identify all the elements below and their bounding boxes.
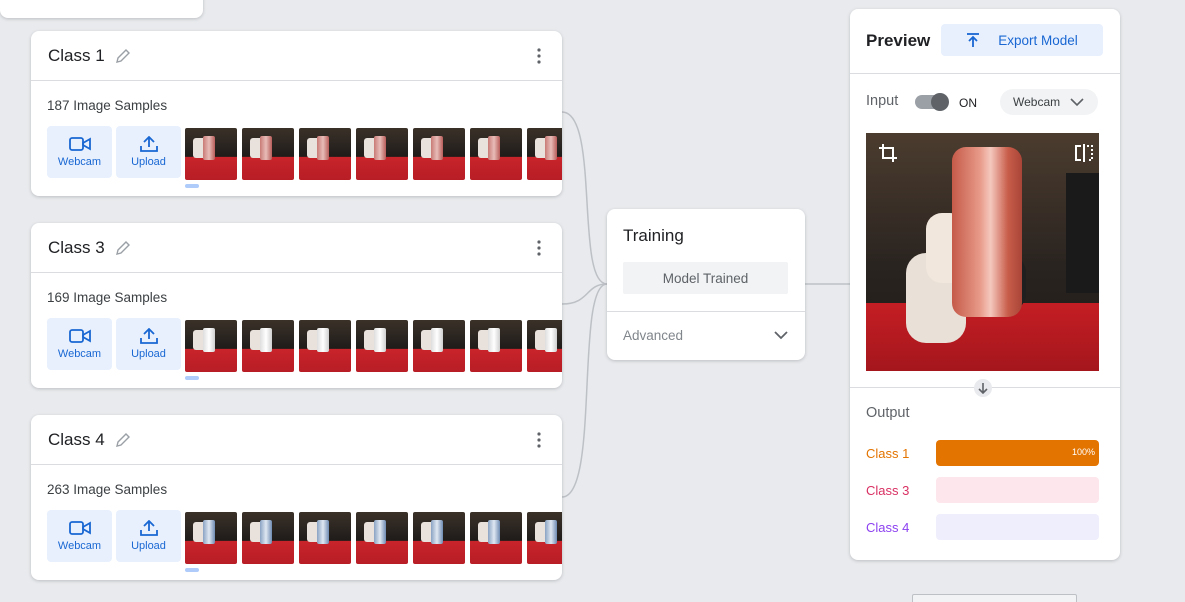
down-arrow-icon — [974, 379, 992, 397]
sample-thumbnail[interactable] — [242, 320, 294, 372]
sample-thumbnail[interactable] — [299, 320, 351, 372]
output-class-name: Class 1 — [866, 445, 910, 461]
sample-thumbnail[interactable] — [185, 320, 237, 372]
training-divider — [607, 311, 805, 312]
upload-arrow-icon — [967, 33, 980, 47]
training-card: Training Model Trained Advanced — [607, 209, 805, 360]
sample-count: 187 Image Samples — [47, 98, 168, 113]
webcam-button[interactable]: Webcam — [47, 126, 112, 178]
input-source-value: Webcam — [1013, 95, 1061, 109]
sample-thumbnail[interactable] — [299, 128, 351, 180]
upload-button[interactable]: Upload — [116, 126, 181, 178]
sample-thumbnail[interactable] — [470, 128, 522, 180]
thumbnail-scroll-indicator[interactable] — [185, 568, 199, 572]
class-title[interactable]: Class 4 — [48, 430, 105, 450]
sample-count: 169 Image Samples — [47, 290, 168, 305]
sample-thumbnail[interactable] — [356, 512, 408, 564]
chevron-down-icon[interactable] — [773, 329, 789, 341]
upload-button-label: Upload — [131, 540, 166, 552]
sample-thumbnail[interactable] — [299, 512, 351, 564]
sample-thumbnail[interactable] — [356, 128, 408, 180]
pencil-icon[interactable] — [115, 240, 131, 256]
pencil-icon[interactable] — [115, 48, 131, 64]
upload-icon — [139, 136, 158, 152]
class-card-header: Class 4 — [31, 415, 562, 465]
sample-thumbnail[interactable] — [413, 512, 465, 564]
upload-button[interactable]: Upload — [116, 510, 181, 562]
thumbnail-scroll-indicator[interactable] — [185, 184, 199, 188]
webcam-button-label: Webcam — [57, 348, 102, 360]
sample-thumbnail[interactable] — [413, 128, 465, 180]
upload-button-label: Upload — [131, 156, 166, 168]
sample-thumbnail[interactable] — [527, 512, 562, 564]
webcam-button[interactable]: Webcam — [47, 510, 112, 562]
confidence-bar: 100% — [936, 440, 1099, 466]
input-label: Input — [866, 93, 899, 109]
sample-thumbnail[interactable] — [470, 512, 522, 564]
sample-thumbnail[interactable] — [242, 128, 294, 180]
more-vert-icon[interactable] — [536, 432, 542, 448]
toggle-state-label: ON — [959, 96, 977, 110]
webcam-preview — [866, 133, 1099, 371]
sample-thumbnail-strip[interactable] — [185, 128, 562, 180]
sample-thumbnail[interactable] — [185, 512, 237, 564]
upload-button[interactable]: Upload — [116, 318, 181, 370]
sample-thumbnail[interactable] — [527, 128, 562, 180]
export-model-button[interactable]: Export Model — [941, 24, 1103, 56]
webcam-button-label: Webcam — [57, 156, 102, 168]
flip-icon[interactable] — [1074, 143, 1094, 163]
output-row: Class 1 100% — [866, 440, 1099, 466]
more-vert-icon[interactable] — [536, 48, 542, 64]
class-card-header: Class 3 — [31, 223, 562, 273]
preview-title: Preview — [866, 31, 931, 50]
pencil-icon[interactable] — [115, 432, 131, 448]
webcam-button-label: Webcam — [57, 540, 102, 552]
videocam-icon — [68, 137, 91, 151]
class-card: Class 4 263 Image Samples Webcam Upload — [31, 415, 562, 580]
sample-thumbnail-strip[interactable] — [185, 512, 562, 564]
output-row: Class 3 — [866, 477, 1099, 503]
model-trained-button[interactable]: Model Trained — [623, 262, 788, 294]
training-title: Training — [623, 226, 684, 245]
input-source-select[interactable]: Webcam — [1000, 89, 1098, 115]
input-toggle[interactable] — [915, 93, 949, 111]
preview-header-divider — [850, 73, 1120, 74]
sample-thumbnail[interactable] — [242, 512, 294, 564]
sample-thumbnail[interactable] — [470, 320, 522, 372]
confidence-bar — [936, 514, 1099, 540]
class-card: Class 1 187 Image Samples Webcam Upload — [31, 31, 562, 196]
upload-icon — [139, 328, 158, 344]
output-class-name: Class 4 — [866, 519, 910, 535]
sample-count: 263 Image Samples — [47, 482, 168, 497]
webcam-button[interactable]: Webcam — [47, 318, 112, 370]
thumbnail-scroll-indicator[interactable] — [185, 376, 199, 380]
more-vert-icon[interactable] — [536, 240, 542, 256]
bottom-control-stub — [912, 594, 1077, 602]
class-title[interactable]: Class 1 — [48, 46, 105, 66]
confidence-percent: 100% — [1071, 447, 1095, 457]
upload-icon — [139, 520, 158, 536]
sample-thumbnail[interactable] — [185, 128, 237, 180]
videocam-icon — [68, 521, 91, 535]
sample-thumbnail[interactable] — [527, 320, 562, 372]
class-card-header: Class 1 — [31, 31, 562, 81]
sample-thumbnail[interactable] — [413, 320, 465, 372]
preview-panel: Preview Export Model Input ON Webcam Out… — [850, 9, 1120, 560]
output-class-name: Class 3 — [866, 482, 910, 498]
sample-thumbnail[interactable] — [356, 320, 408, 372]
output-row: Class 4 — [866, 514, 1099, 540]
videocam-icon — [68, 329, 91, 343]
upload-button-label: Upload — [131, 348, 166, 360]
class-title[interactable]: Class 3 — [48, 238, 105, 258]
crop-icon[interactable] — [878, 143, 898, 163]
toggle-knob — [931, 93, 949, 111]
confidence-bar — [936, 477, 1099, 503]
chevron-down-icon — [1070, 98, 1084, 107]
advanced-toggle[interactable]: Advanced — [623, 328, 683, 343]
export-model-label: Export Model — [998, 32, 1078, 48]
output-label: Output — [866, 405, 910, 421]
class-card: Class 3 169 Image Samples Webcam Upload — [31, 223, 562, 388]
sample-thumbnail-strip[interactable] — [185, 320, 562, 372]
